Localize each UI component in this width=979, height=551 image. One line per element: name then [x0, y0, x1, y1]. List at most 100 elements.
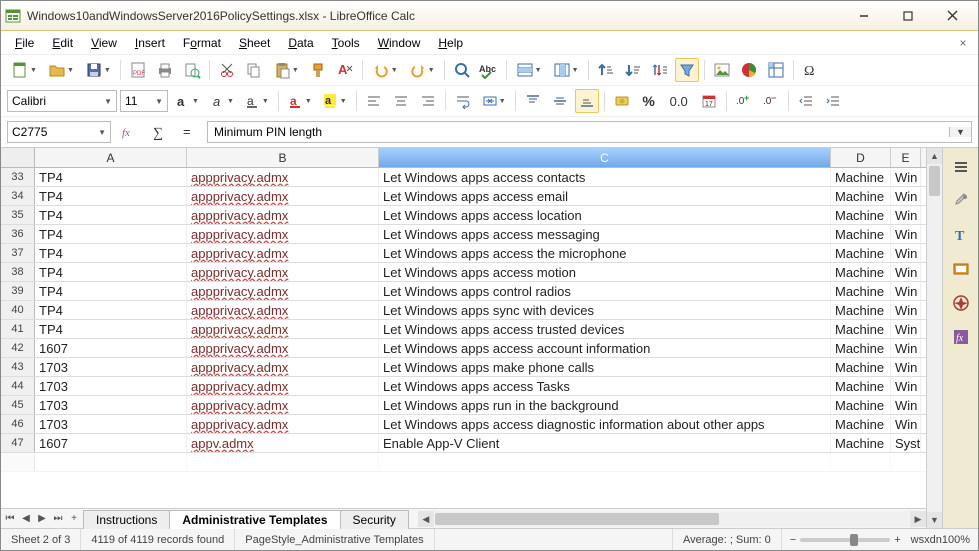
align-bottom-button[interactable]: [575, 89, 599, 113]
cell[interactable]: Machine: [831, 225, 891, 243]
cell[interactable]: appprivacy.admx: [187, 415, 379, 433]
cell[interactable]: TP4: [35, 263, 187, 281]
row-header[interactable]: 34: [1, 187, 35, 205]
cell[interactable]: Let Windows apps access email: [379, 187, 831, 205]
print-button[interactable]: [153, 58, 177, 82]
sidebar-navigator-icon[interactable]: [948, 290, 974, 316]
cell[interactable]: Syst: [891, 434, 921, 452]
copy-button[interactable]: [242, 58, 266, 82]
currency-button[interactable]: [610, 89, 634, 113]
function-equals-button[interactable]: =: [177, 120, 201, 144]
table-row[interactable]: 421607appprivacy.admxLet Windows apps ac…: [1, 339, 926, 358]
cell[interactable]: Let Windows apps access motion: [379, 263, 831, 281]
merge-cells-button[interactable]: ▼: [478, 89, 510, 113]
name-box[interactable]: C2775▼: [7, 121, 111, 143]
row-header[interactable]: 46: [1, 415, 35, 433]
formula-text[interactable]: Minimum PIN length: [208, 125, 949, 139]
tab-last-button[interactable]: ⏭: [51, 513, 65, 524]
maximize-button[interactable]: [886, 2, 930, 30]
menu-format[interactable]: Format: [175, 34, 229, 52]
menu-data[interactable]: Data: [280, 34, 321, 52]
cell[interactable]: 1703: [35, 415, 187, 433]
menu-window[interactable]: Window: [370, 34, 429, 52]
cell[interactable]: Let Windows apps access location: [379, 206, 831, 224]
cell[interactable]: appprivacy.admx: [187, 187, 379, 205]
row-button[interactable]: ▼: [512, 58, 546, 82]
row-header[interactable]: 38: [1, 263, 35, 281]
tab-next-button[interactable]: ▶: [35, 513, 49, 524]
insert-image-button[interactable]: [710, 58, 734, 82]
percent-button[interactable]: %: [637, 89, 661, 113]
cell[interactable]: Let Windows apps run in the background: [379, 396, 831, 414]
bold-button[interactable]: a▼: [171, 89, 203, 113]
cell[interactable]: appprivacy.admx: [187, 320, 379, 338]
cell[interactable]: Machine: [831, 301, 891, 319]
table-row[interactable]: 33TP4appprivacy.admxLet Windows apps acc…: [1, 168, 926, 187]
spellcheck-button[interactable]: Abc: [477, 58, 501, 82]
cell[interactable]: TP4: [35, 187, 187, 205]
row-header[interactable]: 44: [1, 377, 35, 395]
cell[interactable]: Win: [891, 263, 921, 281]
cell[interactable]: Win: [891, 282, 921, 300]
vertical-scrollbar[interactable]: ▲ ▼: [926, 148, 942, 528]
menu-view[interactable]: View: [83, 34, 125, 52]
table-row[interactable]: 37TP4appprivacy.admxLet Windows apps acc…: [1, 244, 926, 263]
italic-button[interactable]: a▼: [206, 89, 238, 113]
cell[interactable]: Let Windows apps access account informat…: [379, 339, 831, 357]
insert-special-char-button[interactable]: Ω: [799, 58, 823, 82]
sidebar-properties-icon[interactable]: [948, 188, 974, 214]
hscroll-thumb[interactable]: [435, 513, 719, 525]
align-left-button[interactable]: [362, 89, 386, 113]
cell[interactable]: appprivacy.admx: [187, 282, 379, 300]
highlight-color-button[interactable]: a▼: [319, 89, 351, 113]
cut-button[interactable]: [215, 58, 239, 82]
cell[interactable]: Machine: [831, 206, 891, 224]
cell[interactable]: Win: [891, 339, 921, 357]
print-preview-button[interactable]: [180, 58, 204, 82]
cell[interactable]: Machine: [831, 339, 891, 357]
status-pagestyle[interactable]: PageStyle_Administrative Templates: [235, 529, 434, 550]
formula-expand-button[interactable]: ▼: [949, 127, 971, 137]
col-header-c[interactable]: C: [379, 148, 831, 167]
row-header[interactable]: 41: [1, 320, 35, 338]
clear-formatting-button[interactable]: A: [333, 58, 357, 82]
pivot-table-button[interactable]: [764, 58, 788, 82]
sidebar-gallery-icon[interactable]: [948, 256, 974, 282]
function-wizard-button[interactable]: fx: [117, 120, 141, 144]
cell[interactable]: Let Windows apps sync with devices: [379, 301, 831, 319]
autofilter-button[interactable]: [675, 58, 699, 82]
date-format-button[interactable]: 17: [697, 89, 721, 113]
table-row[interactable]: 38TP4appprivacy.admxLet Windows apps acc…: [1, 263, 926, 282]
redo-button[interactable]: ▼: [405, 58, 439, 82]
table-row[interactable]: 40TP4appprivacy.admxLet Windows apps syn…: [1, 301, 926, 320]
cell[interactable]: appprivacy.admx: [187, 377, 379, 395]
table-row[interactable]: 35TP4appprivacy.admxLet Windows apps acc…: [1, 206, 926, 225]
tab-instructions[interactable]: Instructions: [83, 510, 170, 529]
cell[interactable]: 1607: [35, 339, 187, 357]
cell[interactable]: 1703: [35, 358, 187, 376]
align-top-button[interactable]: [521, 89, 545, 113]
cell[interactable]: appprivacy.admx: [187, 225, 379, 243]
cell[interactable]: Win: [891, 206, 921, 224]
zoom-level[interactable]: wsxdn100%: [911, 534, 970, 546]
row-header[interactable]: 36: [1, 225, 35, 243]
sort-asc-button[interactable]: [594, 58, 618, 82]
sum-button[interactable]: ∑: [147, 120, 171, 144]
cell[interactable]: Win: [891, 320, 921, 338]
paste-button[interactable]: ▼: [269, 58, 303, 82]
tab-prev-button[interactable]: ◀: [19, 513, 33, 524]
row-header[interactable]: 33: [1, 168, 35, 186]
align-right-button[interactable]: [416, 89, 440, 113]
find-replace-button[interactable]: [450, 58, 474, 82]
cell[interactable]: TP4: [35, 168, 187, 186]
cell[interactable]: Let Windows apps access Tasks: [379, 377, 831, 395]
cell[interactable]: 1607: [35, 434, 187, 452]
column-button[interactable]: ▼: [549, 58, 583, 82]
menu-sheet[interactable]: Sheet: [231, 34, 278, 52]
cell[interactable]: Machine: [831, 415, 891, 433]
table-row[interactable]: 39TP4appprivacy.admxLet Windows apps con…: [1, 282, 926, 301]
cell[interactable]: TP4: [35, 244, 187, 262]
number-format-button[interactable]: 0.0: [664, 89, 694, 113]
cell[interactable]: Machine: [831, 263, 891, 281]
zoom-out-icon[interactable]: −: [790, 534, 796, 546]
